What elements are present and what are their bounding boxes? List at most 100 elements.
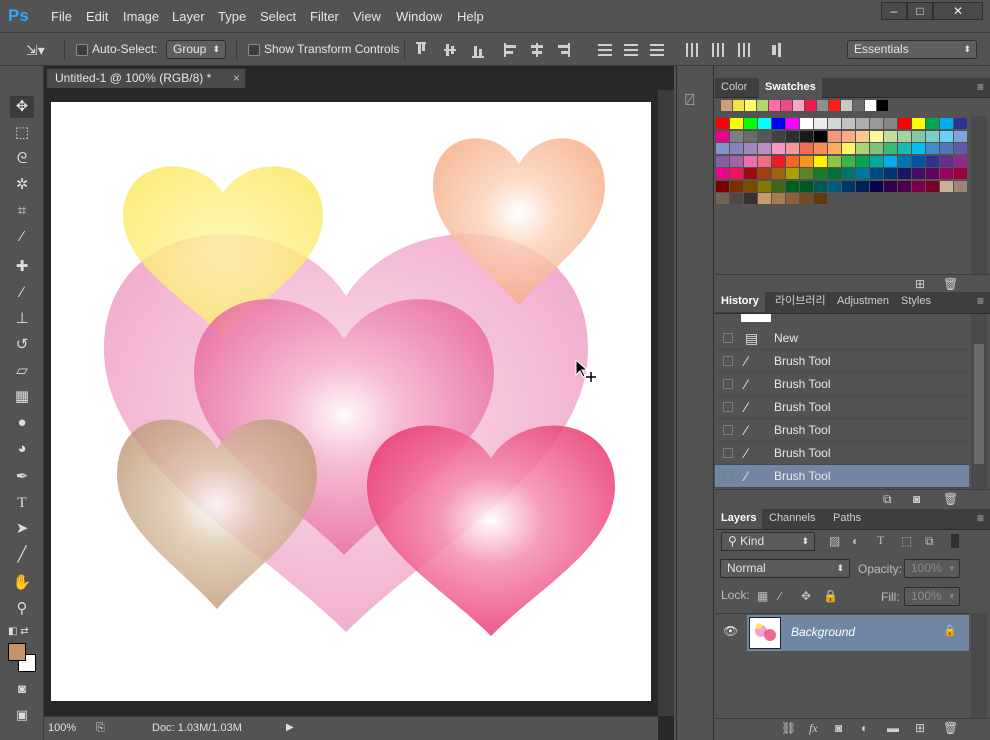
tab-color[interactable]: Color [715,78,753,98]
swatch[interactable] [814,130,827,142]
swatch[interactable] [772,143,785,154]
swatch[interactable] [786,193,799,204]
swatch[interactable] [716,180,729,192]
swatch[interactable] [730,168,743,179]
swatch[interactable] [828,118,841,129]
document-vertical-scrollbar[interactable] [658,90,674,716]
swatches-scrollbar[interactable] [971,116,987,276]
swatch[interactable] [926,118,939,129]
swatch[interactable] [716,118,729,129]
swatch[interactable] [940,118,953,129]
delete-swatch-icon[interactable]: 🗑 [943,277,958,291]
type-tool-icon[interactable]: T [10,492,34,514]
swatch[interactable] [870,155,883,167]
line-tool-icon[interactable]: ╱ [10,544,34,566]
swatch[interactable] [758,168,771,179]
menu-select[interactable]: Select [260,9,296,24]
swatch[interactable] [716,130,729,142]
menu-filter[interactable]: Filter [310,9,339,24]
recent-swatch[interactable] [877,100,888,111]
swatch[interactable] [842,168,855,179]
recent-swatch[interactable] [829,100,840,111]
layer-style-fx-icon[interactable]: fx [809,721,818,736]
tab-history[interactable]: History [715,292,765,312]
adjustment-layer-icon[interactable]: ◐ [861,721,868,735]
marquee-tool-icon[interactable]: ⬚ [10,122,34,144]
add-mask-icon[interactable]: ◙ [835,721,842,735]
swatch[interactable] [744,155,757,167]
recent-swatch[interactable] [853,100,864,111]
recent-swatch[interactable] [733,100,744,111]
swatch[interactable] [786,143,799,154]
swatch[interactable] [800,193,813,204]
swatch[interactable] [744,180,757,192]
swatch[interactable] [772,118,785,129]
swatch[interactable] [898,118,911,129]
swatch[interactable] [884,143,897,154]
tab-layers[interactable]: Layers [715,509,763,529]
swatch[interactable] [800,118,813,129]
menu-image[interactable]: Image [123,9,159,24]
swatch[interactable] [954,168,967,179]
swatch[interactable] [912,168,925,179]
healing-brush-tool-icon[interactable]: ✚ [10,256,34,278]
eraser-tool-icon[interactable]: ▱ [10,360,34,382]
swatch[interactable] [814,168,827,179]
swatch[interactable] [772,155,785,167]
swatch[interactable] [786,155,799,167]
magic-wand-tool-icon[interactable]: ✲ [10,174,34,196]
swatch[interactable] [800,155,813,167]
swatch[interactable] [898,130,911,142]
swatch[interactable] [730,193,743,204]
document-canvas[interactable] [51,102,651,701]
swatch[interactable] [954,143,967,154]
swatches-menu-icon[interactable]: ≡ [977,80,984,94]
swatch[interactable] [772,193,785,204]
swatch[interactable] [758,193,771,204]
swatch[interactable] [800,180,813,192]
swatch[interactable] [772,130,785,142]
history-item[interactable]: ⁄ Brush Tool [715,419,969,442]
swatch[interactable] [884,155,897,167]
recent-swatch[interactable] [745,100,756,111]
lock-position-icon[interactable]: ✥ [801,589,811,603]
swatch[interactable] [758,118,771,129]
delete-state-icon[interactable]: 🗑 [943,492,958,506]
swatch[interactable] [744,168,757,179]
swatch[interactable] [870,168,883,179]
swatch[interactable] [940,155,953,167]
dodge-tool-icon[interactable]: ◕ [10,438,34,460]
clone-stamp-tool-icon[interactable]: ⊥ [10,308,34,330]
swatch[interactable] [926,168,939,179]
default-colors-icon[interactable]: ◧ ⇄ [8,626,29,637]
status-export-icon[interactable]: ⎘ [96,718,105,738]
pen-tool-icon[interactable]: ✒ [10,466,34,488]
blend-mode-dropdown[interactable]: Normal ⬍ [720,559,850,578]
swatch[interactable] [884,130,897,142]
swatch[interactable] [786,130,799,142]
swatch[interactable] [898,180,911,192]
history-item[interactable]: ⁄ Brush Tool [715,396,969,419]
blur-tool-icon[interactable]: ● [10,412,34,434]
recent-swatch[interactable] [793,100,804,111]
swatch[interactable] [898,143,911,154]
history-item[interactable]: ⁄ Brush Tool [715,465,969,488]
swatch[interactable] [954,155,967,167]
brush-tool-icon[interactable]: ∕ [10,282,34,304]
tab-styles[interactable]: Styles [895,292,937,312]
swatch[interactable] [814,180,827,192]
swatch[interactable] [814,118,827,129]
filter-type-icon[interactable]: T [877,533,884,548]
swatch[interactable] [856,155,869,167]
swatch[interactable] [884,168,897,179]
history-item[interactable]: ⁄ Brush Tool [715,350,969,373]
tab-adjustments[interactable]: Adjustmen [831,292,895,312]
menu-file[interactable]: File [51,9,72,24]
align-distribute-icons[interactable] [412,40,782,60]
path-selection-tool-icon[interactable]: ➤ [10,518,34,540]
menu-view[interactable]: View [353,9,381,24]
gradient-tool-icon[interactable]: ▦ [10,386,34,408]
history-scrollbar[interactable] [971,314,987,489]
swatch[interactable] [856,168,869,179]
swatch[interactable] [912,143,925,154]
